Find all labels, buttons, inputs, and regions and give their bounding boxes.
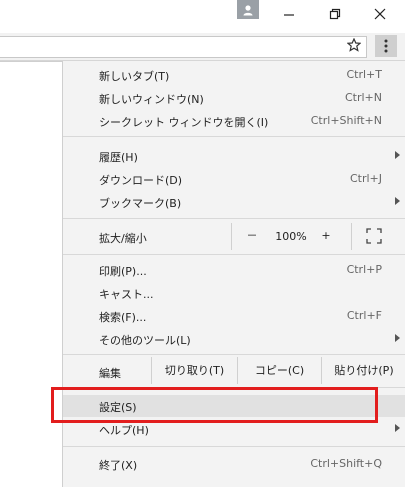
menu-item-incognito[interactable]: シークレット ウィンドウを開く(I) Ctrl+Shift+N <box>63 110 405 132</box>
kebab-menu-icon <box>384 39 388 53</box>
menu-item-shortcut: Ctrl+N <box>344 91 382 104</box>
menu-item-new-tab[interactable]: 新しいタブ(T) Ctrl+T <box>63 64 405 86</box>
menu-item-cast[interactable]: キャスト... <box>63 282 405 304</box>
edit-label: 編集 <box>99 367 121 380</box>
menu-item-shortcut: Ctrl+T <box>346 68 382 81</box>
person-icon <box>243 4 253 15</box>
chrome-menu-button[interactable] <box>375 35 397 57</box>
cut-button[interactable]: 切り取り(T) <box>151 357 237 384</box>
chrome-main-menu: 新しいタブ(T) Ctrl+T 新しいウィンドウ(N) Ctrl+N シークレッ… <box>62 61 405 487</box>
menu-item-shortcut: Ctrl+Shift+N <box>310 114 382 127</box>
menu-item-label: 履歴(H) <box>99 151 138 164</box>
menu-item-label: 新しいタブ(T) <box>99 70 170 83</box>
close-button[interactable] <box>370 4 390 24</box>
menu-item-new-window[interactable]: 新しいウィンドウ(N) Ctrl+N <box>63 87 405 109</box>
menu-item-print[interactable]: 印刷(P)... Ctrl+P <box>63 259 405 281</box>
menu-item-label: 印刷(P)... <box>99 265 147 278</box>
minimize-button[interactable] <box>279 4 299 24</box>
page-divider <box>0 61 62 62</box>
bookmark-star-button[interactable] <box>345 36 363 54</box>
menu-item-exit[interactable]: 終了(X) Ctrl+Shift+Q <box>63 453 405 475</box>
fullscreen-icon[interactable] <box>366 228 382 244</box>
menu-item-find[interactable]: 検索(F)... Ctrl+F <box>63 305 405 327</box>
submenu-arrow-icon <box>395 424 400 432</box>
profile-button[interactable] <box>237 0 259 19</box>
menu-separator <box>63 254 405 255</box>
zoom-row: 拡大/縮小 － 100% + <box>63 223 405 250</box>
menu-separator <box>63 446 405 447</box>
star-icon <box>347 38 361 52</box>
menu-item-label: ダウンロード(D) <box>99 174 183 187</box>
zoom-in-button[interactable]: + <box>315 225 337 247</box>
menu-separator <box>63 218 405 219</box>
zoom-out-button[interactable]: － <box>231 225 273 247</box>
menu-separator <box>63 136 405 137</box>
menu-item-label: 検索(F)... <box>99 311 147 324</box>
menu-item-label: シークレット ウィンドウを開く(I) <box>99 116 269 129</box>
zoom-divider <box>351 223 352 250</box>
submenu-arrow-icon <box>395 197 400 205</box>
menu-item-downloads[interactable]: ダウンロード(D) Ctrl+J <box>63 168 405 190</box>
edit-row: 編集 切り取り(T) コピー(C) 貼り付け(P) <box>63 357 405 384</box>
minimize-icon <box>284 14 294 16</box>
zoom-level: 100% <box>275 230 307 243</box>
menu-item-shortcut: Ctrl+P <box>346 263 382 276</box>
restore-button[interactable] <box>325 4 345 24</box>
menu-item-label: キャスト... <box>99 288 154 301</box>
menu-item-more-tools[interactable]: その他のツール(L) <box>63 328 405 350</box>
highlight-annotation-box <box>51 387 378 423</box>
restore-icon <box>329 8 341 20</box>
menu-item-label: その他のツール(L) <box>99 334 191 347</box>
menu-item-shortcut: Ctrl+Shift+Q <box>310 457 382 470</box>
submenu-arrow-icon <box>395 151 400 159</box>
menu-item-bookmarks[interactable]: ブックマーク(B) <box>63 191 405 213</box>
copy-button[interactable]: コピー(C) <box>237 357 321 384</box>
title-bar <box>0 0 405 33</box>
menu-item-label: ヘルプ(H) <box>99 424 149 437</box>
menu-item-label: 終了(X) <box>99 459 138 472</box>
paste-button[interactable]: 貼り付け(P) <box>321 357 405 384</box>
menu-item-label: ブックマーク(B) <box>99 197 182 210</box>
close-icon <box>374 8 386 20</box>
zoom-label: 拡大/縮小 <box>99 232 147 245</box>
menu-item-label: 新しいウィンドウ(N) <box>99 93 204 106</box>
menu-item-history[interactable]: 履歴(H) <box>63 145 405 167</box>
menu-item-shortcut: Ctrl+F <box>346 309 382 322</box>
address-bar[interactable] <box>0 36 367 58</box>
submenu-arrow-icon <box>395 334 400 342</box>
menu-separator <box>63 354 405 355</box>
menu-item-shortcut: Ctrl+J <box>349 172 382 185</box>
